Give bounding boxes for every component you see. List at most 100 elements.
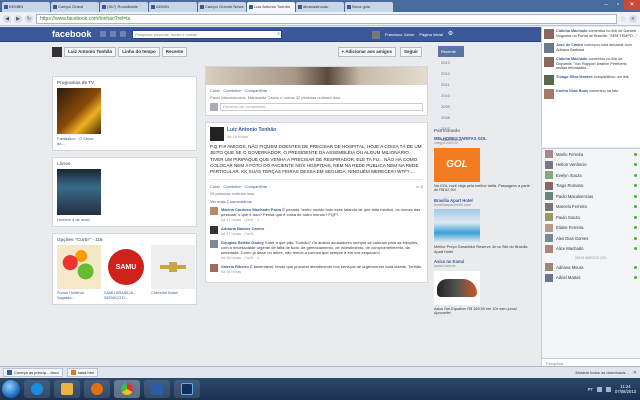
ticker-item[interactable]: José de Castro começou uma amizade com A… xyxy=(542,41,640,55)
ad-hotel[interactable]: Brasília Apart Hotel brasiliaaparthotel.… xyxy=(434,198,534,255)
taskbar-photoshop[interactable] xyxy=(174,380,200,398)
ticker-name[interactable]: Cidinha Machado xyxy=(556,57,587,61)
like-caption[interactable]: SAMU BRASÍLIA - SERVIÇO D... xyxy=(104,291,148,300)
sponsored-title[interactable]: Patrocinado xyxy=(434,128,534,133)
scrubber-item[interactable]: 2011 xyxy=(438,79,464,90)
chat-contact[interactable]: Paulo Macukiencius xyxy=(542,191,640,202)
tv-shows-title[interactable]: Programas de TV xyxy=(53,77,196,88)
taskbar-ie[interactable] xyxy=(24,380,50,398)
volume-icon[interactable] xyxy=(606,386,612,392)
ad-url[interactable]: voegol.com.br xyxy=(434,141,534,146)
chat-contact[interactable]: Marcelo Ferreira xyxy=(542,202,640,213)
download-item[interactable]: sasa.htm xyxy=(66,368,99,377)
like-caption[interactable]: Pomar Hortifruti Sagrada... xyxy=(57,291,101,300)
scrubber-item[interactable]: 2013 xyxy=(438,57,464,68)
account-gear-icon[interactable]: ⚙ xyxy=(448,30,453,39)
chat-contact[interactable]: Alex Dias Gomes xyxy=(542,233,640,244)
taskbar-explorer[interactable] xyxy=(54,380,80,398)
url-input[interactable]: https://www.facebook.com/tonhao?ref=ts xyxy=(36,13,617,24)
view-more-comments-link[interactable]: Ver mais 2 comentários xyxy=(210,199,423,204)
ticker-item[interactable]: Thiago Silva Moraes compartilhou um link xyxy=(542,73,640,87)
comment-meta[interactable]: há 17 horas · Curtir xyxy=(221,232,254,236)
facebook-search-input[interactable]: Pesquisar pessoas, locais e coisas ⌕ xyxy=(132,30,282,39)
browser-tab[interactable]: abraxastrucao xyxy=(296,2,344,12)
chat-contact[interactable]: Adriana Moura xyxy=(542,262,640,273)
close-icon[interactable]: ✕ xyxy=(624,0,640,10)
taskbar-chrome[interactable] xyxy=(114,380,140,398)
ticker-name[interactable]: Cidinha Machado xyxy=(556,29,587,33)
author-avatar[interactable] xyxy=(210,127,224,141)
ad-image[interactable] xyxy=(434,270,480,305)
start-button-icon[interactable] xyxy=(2,380,20,398)
ticker-avatar[interactable] xyxy=(544,74,554,85)
chat-contact[interactable]: Evelyn Souza xyxy=(542,170,640,181)
commenter-avatar[interactable] xyxy=(210,240,218,249)
ticker-avatar[interactable] xyxy=(544,29,554,39)
friend-requests-icon[interactable] xyxy=(100,31,106,37)
like-item-pomar[interactable]: Pomar Hortifruti Sagrada... xyxy=(57,245,101,300)
likes-title[interactable]: Opções "Curtir" · 116 xyxy=(53,234,196,245)
chevrolet-image[interactable] xyxy=(151,245,195,289)
chat-contact[interactable]: Marilu Ferreira xyxy=(542,149,640,160)
ticker-item[interactable]: Cidinha Machado comentou no link de Dani… xyxy=(542,27,640,41)
scrubber-item[interactable]: 2009 xyxy=(438,101,464,112)
profile-name-button[interactable]: Luiz Antonio Tonhão xyxy=(64,47,117,57)
menu-icon[interactable]: ≡ xyxy=(629,14,637,23)
download-item[interactable]: Coneça as princip....docx xyxy=(3,368,63,377)
taskbar-word[interactable] xyxy=(144,380,170,398)
samu-image[interactable]: SAMU xyxy=(104,245,148,289)
ad-asics[interactable]: Asics no Kanui kanui.com.br Asics Gel-Eq… xyxy=(434,259,534,316)
browser-tab[interactable]: Luiz Antonio Tonhão xyxy=(247,2,295,12)
browser-tab[interactable]: Campo Grande News xyxy=(198,2,246,12)
like-caption[interactable]: Chevrolet Brasil xyxy=(151,291,195,296)
comment-meta[interactable]: há 17 horas · Curtir · 1 xyxy=(221,218,259,222)
scrubber-item[interactable]: Recente xyxy=(438,46,464,57)
post-likes[interactable]: Paulo Macukiencius, Marisanita Castro e … xyxy=(210,95,423,100)
ad-url[interactable]: kanui.com.br xyxy=(434,264,534,269)
browser-tab[interactable]: ADMIN xyxy=(149,2,197,12)
tv-show-item[interactable]: Fantástico - O Show da... xyxy=(57,88,192,146)
scrubber-item[interactable]: 2012 xyxy=(438,68,464,79)
ticker-name[interactable]: José de Castro xyxy=(556,43,583,47)
notifications-icon[interactable] xyxy=(120,31,126,37)
close-download-bar-icon[interactable]: ✕ xyxy=(633,370,637,376)
language-indicator[interactable]: PT xyxy=(588,387,593,392)
user-name-link[interactable]: Francisco Júnior xyxy=(385,30,414,39)
ad-url[interactable]: brasiliaaparthotel.com xyxy=(434,203,534,208)
ticker-item[interactable]: Karina Vilas Boas comentou na foto xyxy=(542,87,640,101)
ad-image[interactable]: GOL xyxy=(434,147,480,182)
show-all-downloads-link[interactable]: Mostrar todos os downloads... xyxy=(575,370,628,375)
forward-icon[interactable]: ▶ xyxy=(14,14,22,23)
ticker-avatar[interactable] xyxy=(544,57,554,67)
chat-contact[interactable]: Adriel Mattos xyxy=(542,273,640,284)
pomar-image[interactable] xyxy=(57,245,101,289)
tv-show-caption[interactable]: Fantástico - O Show da... xyxy=(57,136,101,146)
bookmark-star-icon[interactable]: ☆ xyxy=(620,15,626,23)
network-icon[interactable] xyxy=(597,386,603,392)
scrubber-item[interactable]: 2010 xyxy=(438,90,464,101)
book-item[interactable]: Homem 4 de maio xyxy=(57,169,192,222)
comment-meta[interactable]: há 16 horas xyxy=(221,270,241,274)
home-link[interactable]: Página inicial xyxy=(419,30,443,39)
commenter-name[interactable]: Adriana Bastos Carmo xyxy=(221,226,264,231)
messages-icon[interactable] xyxy=(110,31,116,37)
browser-tab[interactable]: Nova guia xyxy=(345,2,393,12)
tv-show-image[interactable] xyxy=(57,88,101,134)
reload-icon[interactable]: ↻ xyxy=(25,14,33,23)
ticker-avatar[interactable] xyxy=(544,43,554,53)
maximize-icon[interactable]: ▫ xyxy=(612,0,624,10)
minimize-icon[interactable]: – xyxy=(600,0,612,10)
ad-image[interactable] xyxy=(434,209,480,243)
browser-tab[interactable]: (357) Roundtable xyxy=(100,2,148,12)
add-friend-button[interactable]: + Adicionar aos amigos xyxy=(337,47,396,57)
clock[interactable]: 11:24 07/08/2013 xyxy=(615,384,636,394)
post-actions-links[interactable]: Curtir · Comentar · Compartilhar xyxy=(210,184,267,189)
book-image[interactable] xyxy=(57,169,101,215)
chat-contact[interactable]: Tiago Romano xyxy=(542,181,640,192)
search-icon[interactable]: ⌕ xyxy=(277,31,280,38)
ticker-name[interactable]: Karina Vilas Boas xyxy=(556,89,588,93)
comment-meta[interactable]: há 16 horas · Curtir · 1 xyxy=(221,256,259,260)
comment-input[interactable]: Escreva um comentário... xyxy=(220,103,423,111)
recent-dropdown[interactable]: Recente xyxy=(161,47,188,57)
chat-contact[interactable]: Eliane Ferreira xyxy=(542,223,640,234)
